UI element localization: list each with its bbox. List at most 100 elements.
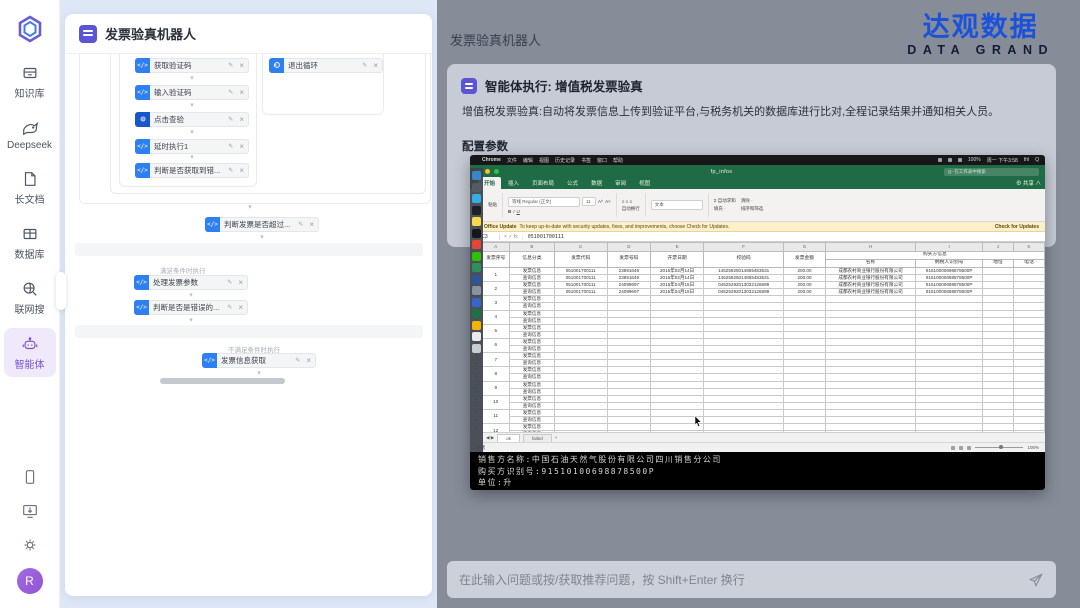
close-icon[interactable]: × <box>302 356 315 365</box>
edit-icon[interactable]: ✎ <box>360 62 369 69</box>
node-click-check[interactable]: 点击查验 ✎× <box>135 112 249 127</box>
bold-button[interactable]: B <box>508 209 511 214</box>
edit-icon[interactable]: ✎ <box>225 279 234 286</box>
view-normal-icon[interactable] <box>951 446 955 450</box>
edit-icon[interactable]: ✎ <box>226 143 235 150</box>
menubar-app-name[interactable]: Chrome <box>482 157 501 163</box>
menubar-menu-item[interactable]: 书签 <box>581 158 591 164</box>
settings-button[interactable] <box>12 528 48 562</box>
spotlight-icon[interactable]: Q <box>1035 157 1039 163</box>
node-judge-error[interactable]: </> 判断是否获取到错... ✎× <box>135 163 249 178</box>
user-avatar[interactable]: R <box>17 568 43 594</box>
download-client-button[interactable] <box>12 494 48 528</box>
edit-icon[interactable]: ✎ <box>225 304 234 311</box>
panel-collapse-handle[interactable] <box>56 272 66 310</box>
sidebar-item-long-doc[interactable]: 长文档 <box>4 163 56 212</box>
autosum-button[interactable]: Σ 自动求和 <box>714 198 736 204</box>
node-input-captcha[interactable]: </> 输入验证码 ✎× <box>135 85 249 100</box>
italic-button[interactable]: I <box>513 209 514 214</box>
sort-filter-button[interactable]: 排序和筛选 <box>741 206 764 212</box>
edit-icon[interactable]: ✎ <box>293 357 302 364</box>
sidebar-item-deepseek[interactable]: Deepseek <box>4 112 56 157</box>
dock-xmind-icon[interactable] <box>472 298 481 307</box>
dock-chrome-2-icon[interactable] <box>472 321 481 330</box>
sidebar-item-knowledge-base[interactable]: 知识库 <box>4 57 56 106</box>
close-icon[interactable]: × <box>234 303 247 312</box>
edit-icon[interactable]: ✎ <box>296 221 305 228</box>
zoom-window-icon[interactable] <box>494 169 499 174</box>
ribbon-tab-4[interactable]: 数据 <box>585 177 608 189</box>
edit-icon[interactable]: ✎ <box>226 62 235 69</box>
sheet-tab-ok[interactable]: ok <box>497 434 520 442</box>
ribbon-tab-5[interactable]: 审阅 <box>609 177 632 189</box>
node-delay-exec[interactable]: </> 延时执行1 ✎× <box>135 139 249 154</box>
wrap-text-button[interactable]: 自动换行 <box>622 206 640 212</box>
menubar-menu-item[interactable]: 历史记录 <box>555 158 575 164</box>
dock-chrome-icon[interactable] <box>472 240 481 249</box>
dock-wechat-icon[interactable] <box>472 252 481 261</box>
close-icon[interactable]: × <box>235 142 248 151</box>
menubar-menu-item[interactable]: 文件 <box>507 158 517 164</box>
edit-icon[interactable]: ✎ <box>226 116 235 123</box>
close-icon[interactable]: × <box>305 220 318 229</box>
underline-button[interactable]: U <box>517 209 520 214</box>
close-icon[interactable]: × <box>235 166 248 175</box>
menubar-menu-item[interactable]: 窗口 <box>597 158 607 164</box>
send-icon[interactable] <box>1028 572 1044 588</box>
node-judge-wrong[interactable]: </> 判断是否是错误的... ✎× <box>134 300 248 315</box>
dock-excel-icon[interactable] <box>472 309 481 318</box>
add-sheet-button[interactable]: + <box>555 435 558 440</box>
view-break-icon[interactable] <box>967 446 971 450</box>
chat-input[interactable] <box>459 573 1028 587</box>
spreadsheet-grid[interactable]: ABCDEFGHIJK1发票序号信息分类发票代码发票号码开票日期校验码发票金额购… <box>470 242 1045 432</box>
paste-button[interactable]: 粘贴 <box>488 202 497 208</box>
excel-search-input[interactable]: Q· 在工作表中搜索 <box>944 168 1039 176</box>
ribbon-tab-3[interactable]: 公式 <box>561 177 584 189</box>
mobile-device-button[interactable] <box>12 460 48 494</box>
dock-launchpad-icon[interactable] <box>472 183 481 192</box>
ribbon-tab-2[interactable]: 页面布局 <box>526 177 560 189</box>
close-icon[interactable]: × <box>369 61 382 70</box>
dock-telegram-icon[interactable] <box>472 194 481 203</box>
node-fetch-invoice-info[interactable]: </> 发票信息获取 ✎× <box>202 353 316 368</box>
dock-photos-icon[interactable] <box>472 286 481 295</box>
zoom-slider[interactable] <box>975 447 1023 448</box>
edit-icon[interactable]: ✎ <box>226 89 235 96</box>
ribbon-tab-1[interactable]: 插入 <box>502 177 525 189</box>
view-layout-icon[interactable] <box>959 446 963 450</box>
node-get-captcha[interactable]: </> 获取验证码 ✎× <box>135 58 249 73</box>
sidebar-item-agent[interactable]: 智能体 <box>4 328 56 377</box>
close-icon[interactable]: × <box>235 115 248 124</box>
close-icon[interactable]: × <box>235 88 248 97</box>
dock-word-icon[interactable] <box>472 275 481 284</box>
dock-finder-icon[interactable] <box>472 171 481 180</box>
align-buttons[interactable]: ≡ ≡ ≡ <box>622 199 632 204</box>
menubar-menu-item[interactable]: 帮助 <box>613 158 623 164</box>
font-size-select[interactable]: 11 <box>582 197 596 206</box>
brand-logo-icon[interactable] <box>15 14 45 44</box>
share-button[interactable]: ⊕ 共享 ∧ <box>1016 179 1041 189</box>
sheet-tab-failed[interactable]: failed <box>523 434 552 442</box>
fill-button[interactable]: 填充 · <box>714 206 726 212</box>
minimize-window-icon[interactable] <box>485 169 490 174</box>
menubar-menu-item[interactable]: 编辑 <box>523 158 533 164</box>
close-icon[interactable]: × <box>234 278 247 287</box>
dock-terminal-icon[interactable] <box>472 206 481 215</box>
ribbon-tab-6[interactable]: 视图 <box>633 177 656 189</box>
grow-font-button[interactable]: A^ <box>598 199 603 204</box>
formula-bar-icons[interactable]: × ✓ fx <box>500 234 523 240</box>
close-icon[interactable]: × <box>235 61 248 70</box>
font-name-select[interactable]: 等线 Regular (正文) <box>508 197 580 207</box>
dock-trash-icon[interactable] <box>472 344 481 353</box>
clear-button[interactable]: 清除 · <box>741 198 753 204</box>
menubar-menu-item[interactable]: 视图 <box>539 158 549 164</box>
check-updates-link[interactable]: Check for Updates <box>995 224 1039 230</box>
dock-preview-icon[interactable] <box>472 332 481 341</box>
shrink-font-button[interactable]: A˅ <box>605 199 611 204</box>
sheet-tab-nav[interactable]: ◀ ▶ <box>486 435 494 441</box>
sidebar-item-web-search[interactable]: 联网搜 <box>4 273 56 322</box>
sidebar-item-database[interactable]: 数据库 <box>4 218 56 267</box>
number-format-select[interactable]: 文本 <box>651 200 703 210</box>
dock-pycharm-icon[interactable] <box>472 229 481 238</box>
dock-safari-icon[interactable] <box>472 263 481 272</box>
